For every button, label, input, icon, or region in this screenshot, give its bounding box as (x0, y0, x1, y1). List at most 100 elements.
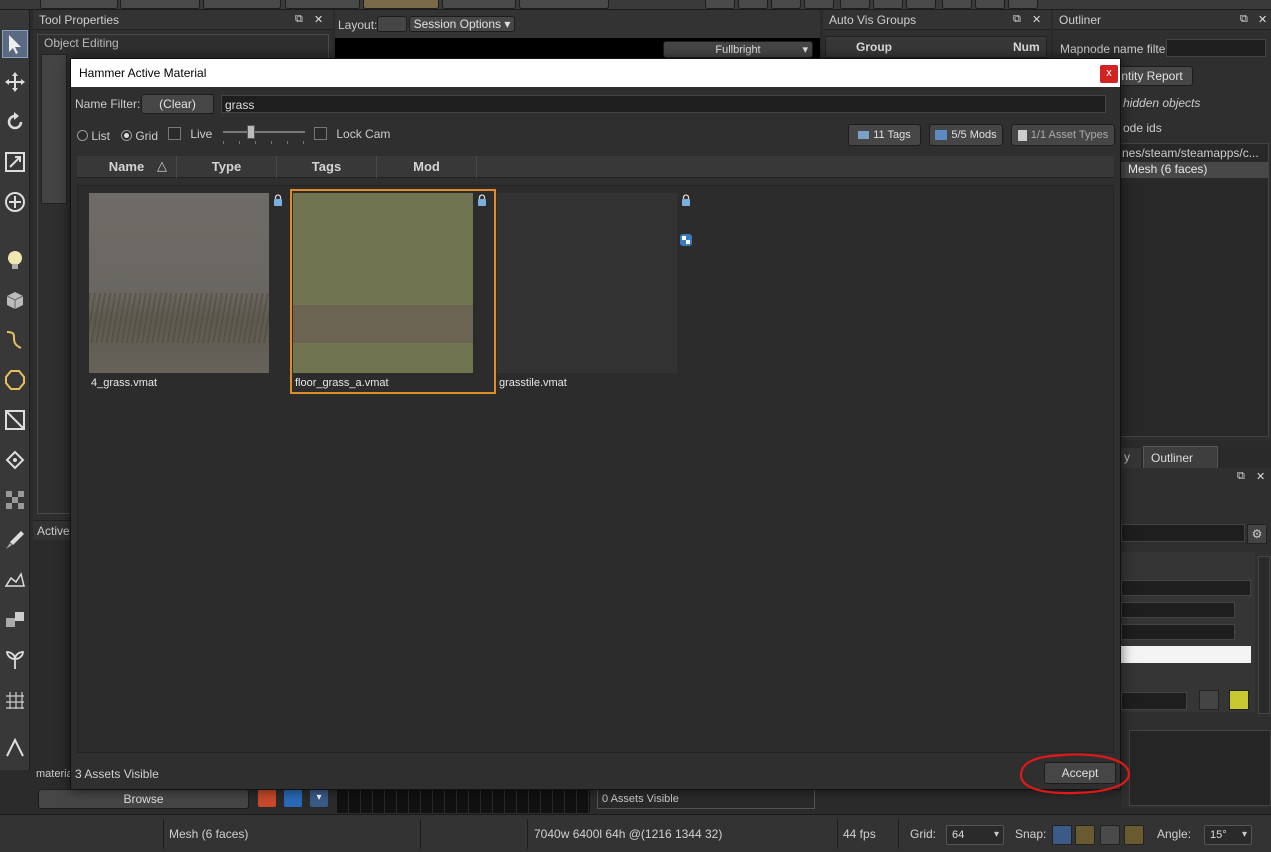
clear-filter-button[interactable]: (Clear) (141, 94, 214, 114)
toolbar-button[interactable] (442, 0, 516, 9)
tags-column-header[interactable]: Tags (277, 156, 377, 178)
mod-column-header[interactable]: Mod (377, 156, 477, 178)
tree-root-path[interactable]: nes/steam/steamapps/c... (1122, 146, 1259, 160)
paint-tool-icon[interactable] (2, 526, 28, 554)
chevron-down-icon[interactable]: ▾ (310, 789, 328, 807)
polygon-tool-icon[interactable] (2, 366, 28, 394)
asset-types-button[interactable]: 1/1 Asset Types (1011, 124, 1115, 146)
grid-radio[interactable] (121, 130, 132, 142)
path-tool-icon[interactable] (2, 326, 28, 354)
translate-tool-icon[interactable] (2, 68, 28, 96)
toolbar-button[interactable] (285, 0, 360, 9)
asset-thumbnail[interactable] (89, 193, 269, 373)
asset-thumbnail[interactable] (293, 193, 473, 373)
scale-tool-icon[interactable] (2, 148, 28, 176)
toolbar-button[interactable] (873, 0, 903, 9)
num-column-header[interactable]: Num (1013, 40, 1040, 54)
close-button[interactable]: x (1100, 65, 1118, 83)
float-icon[interactable]: ⧉ (1240, 13, 1248, 26)
toolbar-button[interactable] (738, 0, 768, 9)
picker-icon[interactable] (1229, 690, 1249, 710)
list-view-option[interactable]: List (77, 128, 110, 143)
lock-icon (682, 194, 690, 206)
type-column-header[interactable]: Type (177, 156, 277, 178)
asset-thumbnail[interactable] (497, 193, 677, 373)
toolbar-button-active[interactable] (363, 0, 439, 9)
light-tool-icon[interactable] (2, 246, 28, 274)
browse-button[interactable]: Browse (38, 789, 249, 809)
pivot-tool-icon[interactable] (2, 188, 28, 216)
property-dropdown[interactable] (1121, 692, 1187, 710)
lock-cam-option[interactable]: Lock Cam (314, 126, 390, 141)
viewport-3d[interactable]: Fullbright ▾ (335, 38, 820, 58)
thumbnail-size-slider[interactable] (221, 125, 306, 145)
block-tool-icon[interactable] (2, 286, 28, 314)
vertex-snap-icon[interactable] (1100, 825, 1120, 845)
toolbar-button[interactable] (40, 0, 118, 9)
float-icon[interactable]: ⧉ (1237, 470, 1245, 483)
grid-snap-icon[interactable] (1075, 825, 1095, 845)
property-field[interactable] (1121, 580, 1251, 596)
float-icon[interactable]: ⧉ (1013, 13, 1021, 26)
accept-button[interactable]: Accept (1044, 762, 1116, 784)
close-icon[interactable]: ✕ (1256, 470, 1265, 483)
vertex-tool-icon[interactable] (2, 446, 28, 474)
live-checkbox[interactable] (168, 127, 181, 141)
grid-size-dropdown[interactable]: 64 (946, 825, 1004, 845)
foliage-tool-icon[interactable] (2, 646, 28, 674)
property-field[interactable] (1121, 624, 1235, 640)
name-filter-input[interactable]: grass (221, 95, 1106, 113)
tab-outliner[interactable]: Outliner (1143, 446, 1218, 468)
properties-search[interactable] (1121, 524, 1245, 542)
tree-item-mesh[interactable]: Mesh (6 faces) (1128, 162, 1207, 176)
mods-button[interactable]: 5/5 Mods (929, 124, 1003, 146)
rotate-tool-icon[interactable] (2, 108, 28, 136)
angle-dropdown[interactable]: 15° (1204, 825, 1252, 845)
mapnode-filter-input[interactable] (1166, 39, 1266, 57)
toolbar-button[interactable] (705, 0, 735, 9)
grid-tool-icon[interactable] (2, 686, 28, 714)
toolbar-button[interactable] (1008, 0, 1038, 9)
download-icon[interactable] (258, 789, 276, 807)
toolbar-button[interactable] (942, 0, 972, 9)
texture-tool-icon[interactable] (2, 486, 28, 514)
tile-tool-icon[interactable] (2, 734, 28, 762)
session-options-button[interactable]: Session Options ▾ (409, 16, 515, 32)
toolbar-button[interactable] (906, 0, 936, 9)
angle-snap-icon[interactable] (1124, 825, 1144, 845)
toolbar-button[interactable] (120, 0, 200, 9)
clip-tool-icon[interactable] (2, 406, 28, 434)
color-field[interactable] (1121, 646, 1251, 663)
terrain-tool-icon[interactable] (2, 566, 28, 594)
property-field[interactable] (1121, 602, 1235, 618)
entities-tool-icon[interactable] (2, 606, 28, 634)
list-radio[interactable] (77, 130, 88, 142)
close-icon[interactable]: ✕ (1032, 13, 1041, 26)
properties-scrollbar[interactable] (1258, 556, 1270, 714)
selection-status: Mesh (6 faces) (169, 827, 249, 841)
layout-dropdown[interactable] (377, 16, 407, 32)
outliner-tree[interactable]: nes/steam/steamapps/c... Mesh (6 faces) (1113, 143, 1269, 437)
grid-view-option[interactable]: Grid (121, 128, 158, 143)
gear-icon[interactable]: ⚙ (1247, 524, 1267, 544)
render-mode-dropdown[interactable]: Fullbright ▾ (663, 41, 813, 58)
share-icon[interactable] (284, 789, 302, 807)
close-icon[interactable]: ✕ (1258, 13, 1267, 26)
tab-properties[interactable]: y (1121, 448, 1141, 468)
lock-cam-checkbox[interactable] (314, 127, 327, 141)
close-icon[interactable]: ✕ (314, 13, 323, 26)
live-option[interactable]: Live (168, 126, 212, 141)
toolbar-button[interactable] (519, 0, 609, 9)
asset-grid[interactable]: 4_grass.vmat floor_grass_a.vmat grasstil… (77, 185, 1114, 753)
eyedropper-icon[interactable] (1199, 690, 1219, 710)
group-column-header[interactable]: Group (856, 40, 892, 54)
toolbar-button[interactable] (771, 0, 801, 9)
toolbar-button[interactable] (804, 0, 834, 9)
toolbar-button[interactable] (840, 0, 870, 9)
snap-toggle-icon[interactable] (1052, 825, 1072, 845)
tags-button[interactable]: 11 Tags (848, 124, 921, 146)
toolbar-button[interactable] (975, 0, 1005, 9)
select-tool-icon[interactable] (2, 30, 28, 58)
toolbar-button[interactable] (203, 0, 281, 9)
float-icon[interactable]: ⧉ (295, 13, 303, 26)
